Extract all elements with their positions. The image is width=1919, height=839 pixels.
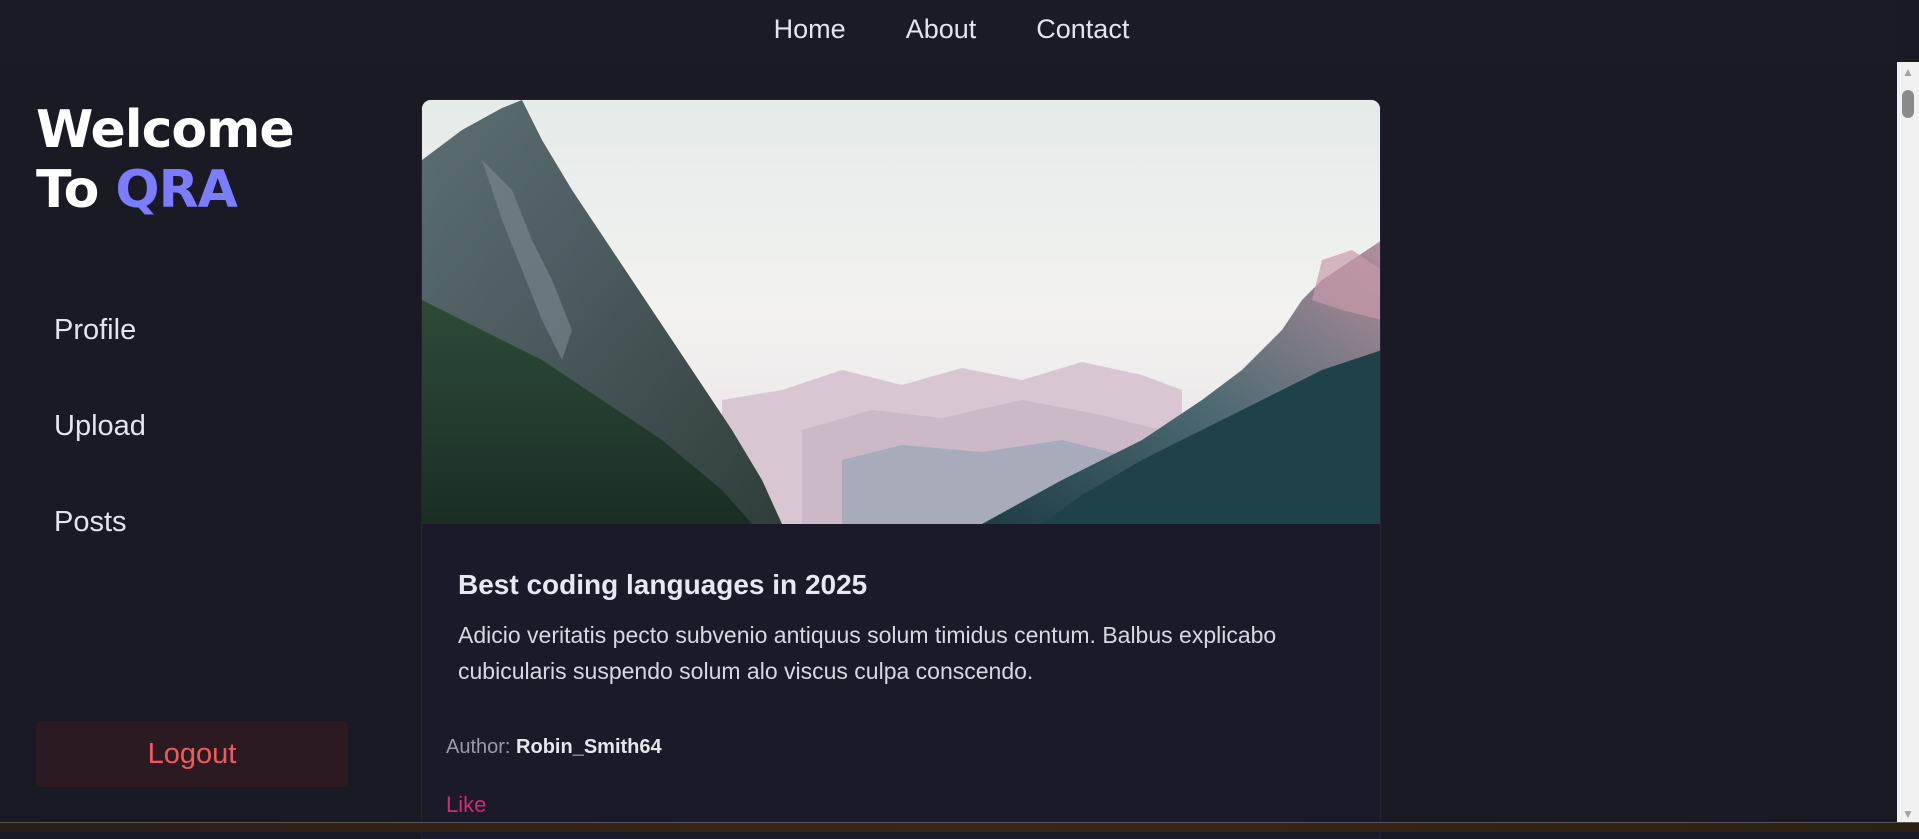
- scroll-thumb[interactable]: [1902, 90, 1914, 118]
- post-text: Adicio veritatis pecto subvenio antiquus…: [458, 622, 1277, 684]
- sidebar-item-upload[interactable]: Upload: [54, 406, 146, 502]
- scroll-down-icon[interactable]: ▼: [1897, 806, 1919, 822]
- bottom-edge: [0, 822, 1919, 832]
- top-navigation: Home About Contact: [0, 0, 1897, 62]
- post-title: Best coding languages in 2025: [458, 569, 868, 600]
- welcome-line-2: To QRA: [36, 160, 294, 220]
- scroll-up-icon[interactable]: ▲: [1897, 64, 1919, 80]
- sidebar-menu: Profile Upload Posts: [54, 310, 146, 598]
- author-name: Robin_Smith64: [516, 736, 662, 758]
- welcome-line-1: Welcome: [36, 100, 295, 160]
- scrollbar[interactable]: ▲ ▼: [1897, 62, 1919, 824]
- sidebar-item-profile[interactable]: Profile: [54, 310, 146, 406]
- welcome-heading: Welcome To QRA: [36, 100, 295, 220]
- nav-about-link[interactable]: About: [906, 14, 977, 45]
- brand-name: QRA: [115, 160, 237, 220]
- like-button[interactable]: Like: [446, 792, 486, 818]
- nav-contact-link[interactable]: Contact: [1036, 14, 1129, 45]
- nav-home-link[interactable]: Home: [774, 14, 846, 45]
- author-label: Author:: [446, 736, 511, 758]
- post-author: Author: Robin_Smith64: [446, 736, 662, 759]
- post-body: Best coding languages in 2025 Adicio ver…: [422, 524, 1380, 689]
- welcome-to-text: To: [36, 160, 99, 220]
- logout-button[interactable]: Logout: [36, 721, 348, 787]
- sidebar: Welcome To QRA Profile Upload Posts Logo…: [0, 62, 385, 822]
- mountain-landscape-image: [422, 100, 1380, 524]
- sidebar-item-posts[interactable]: Posts: [54, 502, 146, 598]
- post-card: Best coding languages in 2025 Adicio ver…: [421, 99, 1381, 839]
- post-image: [422, 100, 1380, 524]
